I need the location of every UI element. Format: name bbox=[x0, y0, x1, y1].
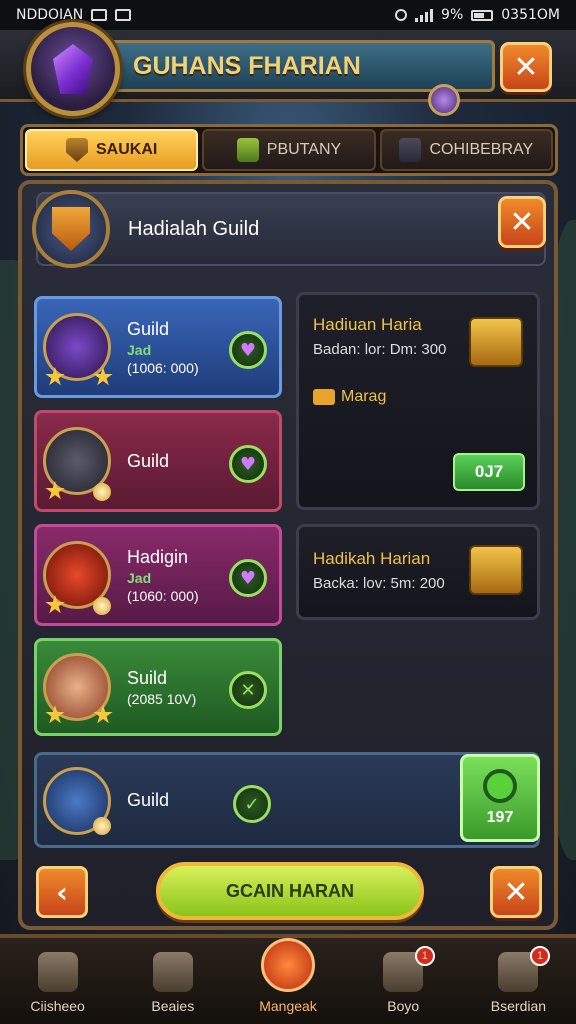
tab-label: PBUTANY bbox=[266, 141, 342, 158]
nav-item-pets[interactable]: 1 Boyo bbox=[346, 938, 461, 1024]
page-title-text: GUHANS FHARIAN bbox=[133, 51, 361, 80]
heart-button[interactable]: ♥ bbox=[229, 331, 267, 369]
tab-bar: SAUKAI PBUTANY COHIBEBRAY bbox=[20, 124, 558, 176]
section-header: Hadialah Guild bbox=[36, 192, 546, 266]
orb-icon bbox=[93, 597, 111, 615]
chest-icon bbox=[469, 317, 523, 367]
heart-icon: ♥ bbox=[239, 453, 257, 475]
bottom-close-button[interactable]: ✕ bbox=[490, 866, 542, 918]
reward-currency: Marag bbox=[313, 388, 523, 406]
heart-icon: ♥ bbox=[239, 567, 257, 589]
shield-icon bbox=[65, 138, 88, 162]
orb-icon bbox=[93, 817, 111, 835]
nav-label: Bserdian bbox=[490, 998, 547, 1014]
guild-card[interactable]: Hadigin Jad (1060: 000) ♥ bbox=[34, 524, 282, 626]
reward-claim-button[interactable]: 0J7 bbox=[453, 453, 525, 491]
claim-button[interactable]: 197 bbox=[460, 754, 540, 842]
confirm-button[interactable]: ✓ bbox=[233, 785, 271, 823]
claim-label: 197 bbox=[486, 809, 514, 826]
nav-item-games[interactable]: 1 Bserdian bbox=[461, 938, 576, 1024]
chest-icon bbox=[469, 545, 523, 595]
heart-button[interactable]: ♥ bbox=[229, 445, 267, 483]
currency-label: Marag bbox=[341, 388, 387, 405]
card-name: Guild bbox=[127, 789, 170, 810]
guild-badge-icon bbox=[428, 84, 460, 116]
close-icon: ✕ bbox=[503, 874, 529, 910]
shield-icon bbox=[261, 938, 315, 992]
nav-label: Boyo bbox=[387, 998, 420, 1014]
page-title: GUHANS FHARIAN bbox=[100, 40, 495, 92]
orb-icon bbox=[93, 483, 111, 501]
scroll-icon bbox=[236, 138, 259, 162]
clock: 0351OM bbox=[501, 7, 560, 23]
check-icon: ✓ bbox=[244, 793, 260, 815]
close-icon: ✕ bbox=[509, 204, 535, 240]
nav-item-heroes[interactable]: Beaies bbox=[115, 938, 230, 1024]
button-label: 0J7 bbox=[474, 462, 504, 481]
crystal-icon bbox=[152, 952, 193, 992]
signal-icon bbox=[415, 8, 434, 22]
daily-reward-card: Hadikah Harian Backa: lov: 5m: 200 bbox=[296, 524, 540, 620]
guild-card[interactable]: Guild ♥ bbox=[34, 410, 282, 512]
card-name: Guild bbox=[127, 318, 170, 339]
back-button[interactable]: ‹ bbox=[36, 866, 88, 918]
heart-button[interactable]: ♥ bbox=[229, 559, 267, 597]
notification-badge: 1 bbox=[530, 946, 551, 966]
close-button[interactable]: ✕ bbox=[500, 42, 552, 92]
bottom-navigation: Ciisheeo Beaies Mangeak 1 Boyo 1 Bserdia… bbox=[0, 934, 576, 1024]
card-value: (1060: 000) bbox=[127, 587, 199, 604]
carrier-label: NDDOIAN bbox=[16, 7, 84, 23]
box-icon bbox=[399, 138, 422, 162]
tab-label: COHIBEBRAY bbox=[429, 141, 534, 158]
guild-card[interactable]: Guild Jad (1006: 000) ♥ bbox=[34, 296, 282, 398]
card-name: Hadigin bbox=[127, 546, 189, 567]
nav-item-home[interactable]: Ciisheeo bbox=[0, 938, 115, 1024]
tab-saukai[interactable]: SAUKAI bbox=[25, 129, 199, 171]
notification-badge: 1 bbox=[414, 946, 435, 966]
refresh-icon bbox=[483, 769, 517, 803]
heart-icon: ♥ bbox=[239, 339, 257, 361]
tab-pbutany[interactable]: PBUTANY bbox=[202, 129, 376, 171]
primary-action-label: GCAIN HARAN bbox=[226, 880, 354, 901]
tab-cohibebray[interactable]: COHIBEBRAY bbox=[379, 129, 553, 171]
guild-emblem bbox=[26, 22, 120, 116]
card-value: (2085 10V) bbox=[127, 690, 197, 707]
nav-label: Beaies bbox=[151, 998, 195, 1014]
close-icon: ✕ bbox=[513, 49, 539, 85]
section-close-button[interactable]: ✕ bbox=[498, 196, 546, 248]
alarm-icon bbox=[395, 9, 408, 21]
nav-item-guild[interactable]: Mangeak bbox=[230, 938, 345, 1024]
card-name: Suild bbox=[127, 667, 168, 688]
guild-card[interactable]: Suild (2085 10V) ✕ bbox=[34, 638, 282, 736]
purple-gem-icon bbox=[53, 44, 93, 94]
ticket-icon bbox=[313, 389, 335, 405]
close-icon: ✕ bbox=[240, 679, 256, 701]
section-title: Hadialah Guild bbox=[128, 217, 260, 240]
daily-reward-card: Hadiuan Haria Badan: lor: Dm: 300 Marag … bbox=[296, 292, 540, 510]
primary-action-button[interactable]: GCAIN HARAN bbox=[156, 862, 424, 920]
grid-icon bbox=[115, 9, 132, 21]
battery-percent: 9% bbox=[441, 7, 464, 23]
card-value: (1006: 000) bbox=[127, 359, 199, 376]
amulet-portrait-icon bbox=[43, 313, 111, 381]
nav-label: Ciisheeo bbox=[30, 998, 85, 1014]
house-icon bbox=[37, 952, 78, 992]
tab-label: SAUKAI bbox=[95, 141, 158, 158]
card-subtitle: Jad bbox=[127, 341, 152, 358]
battery-icon bbox=[471, 9, 494, 21]
shield-icon bbox=[52, 207, 90, 251]
section-emblem bbox=[32, 190, 110, 268]
photo-icon bbox=[91, 9, 108, 21]
cancel-button[interactable]: ✕ bbox=[229, 671, 267, 709]
card-name: Guild bbox=[127, 450, 170, 471]
nav-label: Mangeak bbox=[259, 998, 317, 1014]
card-subtitle: Jad bbox=[127, 569, 152, 586]
chevron-left-icon: ‹ bbox=[56, 875, 68, 909]
